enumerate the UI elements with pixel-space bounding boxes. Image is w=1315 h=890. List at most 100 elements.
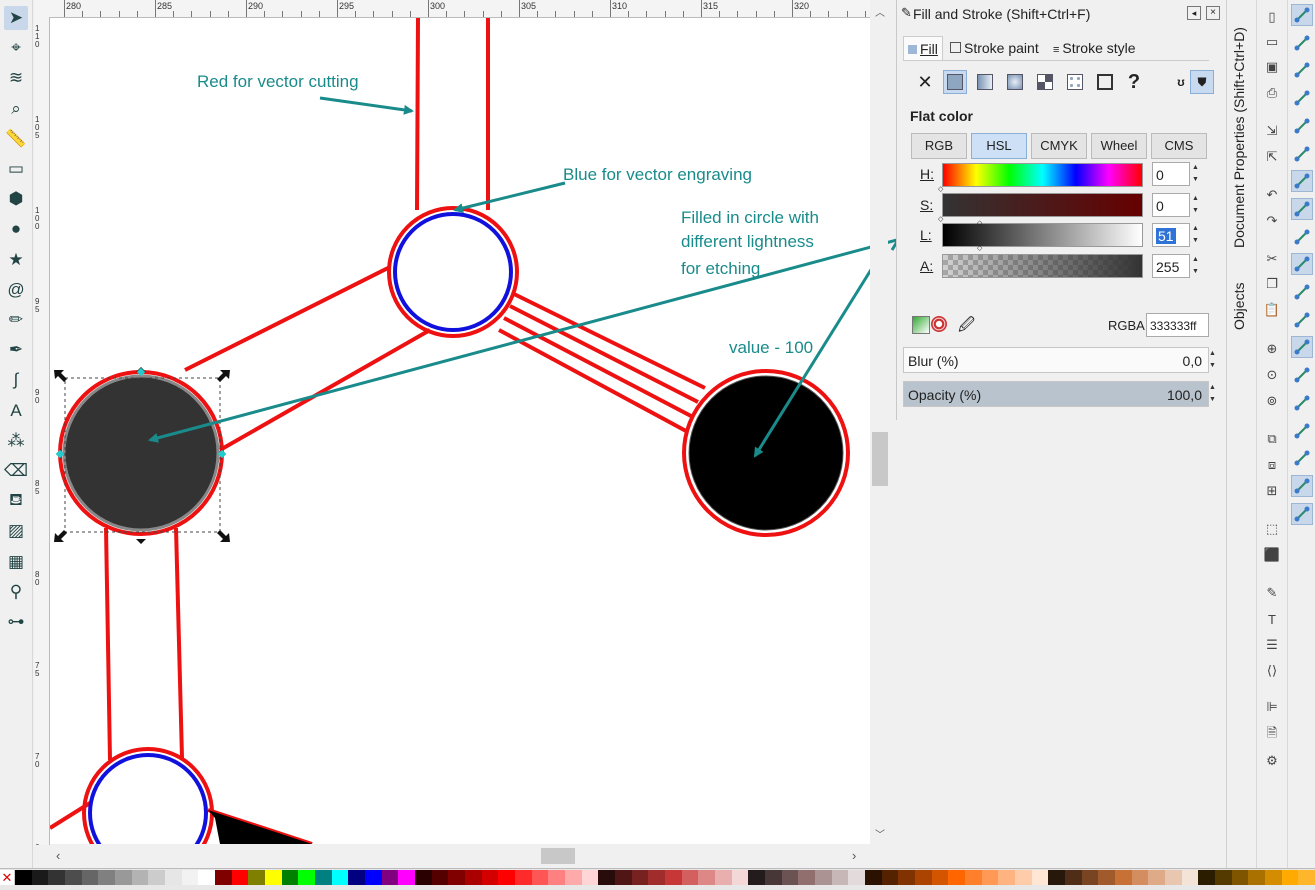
color-swatch[interactable]: [298, 870, 316, 885]
color-swatch[interactable]: [481, 870, 499, 885]
color-swatch[interactable]: [165, 870, 183, 885]
color-swatch[interactable]: [1031, 870, 1049, 885]
hue-slider[interactable]: [942, 163, 1143, 187]
engrave-circle-top[interactable]: [393, 212, 513, 332]
group-icon[interactable]: ⬚: [1263, 520, 1281, 538]
color-swatch[interactable]: [1131, 870, 1149, 885]
snap-object-midpoint-icon[interactable]: [1291, 336, 1313, 359]
color-swatch[interactable]: [765, 870, 783, 885]
3d-box-icon[interactable]: ⬢: [4, 187, 28, 211]
color-swatch[interactable]: [81, 870, 99, 885]
text-icon[interactable]: A: [4, 399, 28, 423]
mode-cmyk-button[interactable]: CMYK: [1031, 133, 1087, 159]
saturation-input[interactable]: 0: [1152, 193, 1190, 217]
color-swatch[interactable]: [931, 870, 949, 885]
alpha-spin-arrows-icon[interactable]: ▲ ▼: [1190, 254, 1201, 278]
no-paint-icon[interactable]: ✕: [913, 70, 937, 94]
cut-line[interactable]: [104, 527, 112, 761]
color-swatch[interactable]: [631, 870, 649, 885]
unset-icon[interactable]: ?: [1122, 70, 1146, 94]
layers-icon[interactable]: ☰: [1263, 636, 1281, 654]
cut-line[interactable]: [184, 265, 391, 372]
ellipse-icon[interactable]: ●: [4, 217, 28, 241]
dock-toggle-icon[interactable]: ◂: [1187, 6, 1201, 20]
hue-slider-marker[interactable]: ◇: [938, 185, 943, 193]
copy-icon[interactable]: ❐: [1263, 275, 1281, 293]
open-icon[interactable]: ▭: [1263, 33, 1281, 51]
color-swatch[interactable]: [281, 870, 299, 885]
engrave-circle-bottom[interactable]: [88, 753, 208, 844]
color-swatch[interactable]: [265, 870, 283, 885]
color-swatch[interactable]: [31, 870, 49, 885]
export-icon[interactable]: ⇱: [1263, 148, 1281, 166]
snap-cusp-icon[interactable]: [1291, 253, 1313, 276]
selector-icon[interactable]: ➤: [4, 6, 28, 30]
color-swatch[interactable]: [748, 870, 766, 885]
color-swatch[interactable]: [865, 870, 883, 885]
color-swatch[interactable]: [781, 870, 799, 885]
color-swatch[interactable]: [898, 870, 916, 885]
snap-grid-icon[interactable]: [1291, 474, 1313, 497]
color-swatch[interactable]: [65, 870, 83, 885]
flat-color-icon[interactable]: [943, 70, 967, 94]
horizontal-scrollbar[interactable]: ‹ ›: [34, 845, 888, 867]
color-swatch[interactable]: [1248, 870, 1266, 885]
redo-icon[interactable]: ↷: [1263, 212, 1281, 230]
fill-stroke-icon[interactable]: ✎: [1263, 584, 1281, 602]
blur-field[interactable]: Blur (%) 0,0: [903, 347, 1209, 373]
rgba-input[interactable]: 333333ff: [1146, 313, 1209, 337]
color-swatch[interactable]: [1081, 870, 1099, 885]
zoom-page-icon[interactable]: ⊚: [1263, 392, 1281, 410]
color-swatch[interactable]: [365, 870, 383, 885]
snap-page-border-icon[interactable]: [1291, 447, 1313, 469]
undo-icon[interactable]: ↶: [1263, 186, 1281, 204]
vertical-ruler[interactable]: 11010510095908580757065: [34, 17, 50, 845]
zoom-icon[interactable]: ⌕: [4, 97, 28, 121]
color-swatch[interactable]: [498, 870, 516, 885]
color-swatch[interactable]: [815, 870, 833, 885]
snap-guide-icon[interactable]: [1291, 502, 1313, 525]
align-icon[interactable]: ⊫: [1263, 698, 1281, 716]
zoom-drawing-icon[interactable]: ⊙: [1263, 366, 1281, 384]
print-icon[interactable]: ⎙: [1263, 84, 1281, 102]
color-swatch[interactable]: [915, 870, 933, 885]
dropper-icon[interactable]: ⚲: [4, 580, 28, 604]
color-swatch[interactable]: [1148, 870, 1166, 885]
spray-icon[interactable]: ⁂: [4, 429, 28, 453]
rectangle-icon[interactable]: ▭: [4, 157, 28, 181]
scroll-down-icon[interactable]: ﹀: [875, 826, 885, 841]
mode-hsl-button[interactable]: HSL: [971, 133, 1027, 159]
snap-rotation-center-icon[interactable]: [1291, 392, 1313, 414]
color-swatch[interactable]: [1115, 870, 1133, 885]
color-swatch[interactable]: [148, 870, 166, 885]
drawing-canvas[interactable]: Red for vector cutting Blue for vector e…: [50, 18, 870, 844]
pencil-icon[interactable]: ✏: [4, 308, 28, 332]
snap-center-icon[interactable]: [1291, 364, 1313, 386]
duplicate-icon[interactable]: ⧉: [1263, 430, 1281, 448]
color-swatch[interactable]: [1231, 870, 1249, 885]
color-swatch[interactable]: [565, 870, 583, 885]
import-icon[interactable]: ⇲: [1263, 122, 1281, 140]
text-font-icon[interactable]: T: [1263, 610, 1281, 628]
radial-gradient-icon[interactable]: [1003, 70, 1027, 94]
opacity-spin-arrows-icon[interactable]: ▲ ▼: [1207, 382, 1218, 406]
cut-line[interactable]: [219, 328, 431, 452]
snap-toggle-icon[interactable]: [1291, 4, 1313, 26]
color-swatch[interactable]: [15, 870, 33, 885]
color-swatch[interactable]: [315, 870, 333, 885]
zoom-selection-icon[interactable]: ⊕: [1263, 340, 1281, 358]
color-swatch[interactable]: [965, 870, 983, 885]
color-swatch[interactable]: [115, 870, 133, 885]
color-swatch[interactable]: [331, 870, 349, 885]
color-swatch[interactable]: [215, 870, 233, 885]
tab-stroke-style[interactable]: ≡ Stroke style: [1049, 36, 1140, 60]
alpha-input[interactable]: 255: [1152, 254, 1190, 278]
color-swatch[interactable]: [1265, 870, 1283, 885]
color-swatch[interactable]: [665, 870, 683, 885]
color-swatch[interactable]: [381, 870, 399, 885]
color-swatch[interactable]: [1015, 870, 1033, 885]
ungroup-icon[interactable]: ⬛: [1263, 546, 1281, 564]
color-swatch[interactable]: [98, 870, 116, 885]
color-swatch[interactable]: [1165, 870, 1183, 885]
color-swatch[interactable]: [348, 870, 366, 885]
